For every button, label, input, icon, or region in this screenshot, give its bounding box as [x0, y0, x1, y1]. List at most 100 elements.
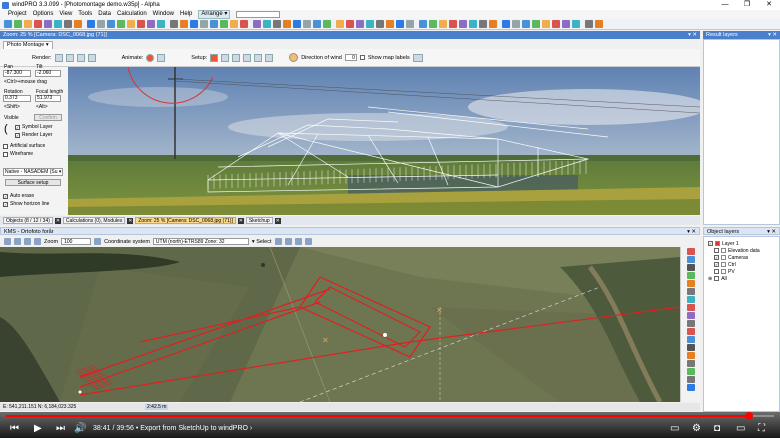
menu-window[interactable]: Window	[153, 10, 174, 19]
map-tool-icon[interactable]	[686, 360, 695, 367]
tree-node-all[interactable]: ⊕ All	[708, 275, 775, 282]
auto-erase-row[interactable]: ✓ Auto erase	[3, 193, 34, 199]
toolbar-tool-icon[interactable]	[34, 20, 42, 28]
tab-objects[interactable]: Objects (8 / 12 / 34)	[3, 217, 53, 224]
video-time-chapter[interactable]: 38:41 / 39:56 • Export from SketchUp to …	[93, 425, 252, 432]
toolbar-tool-icon[interactable]	[469, 20, 477, 28]
menu-help[interactable]: Help	[180, 10, 192, 19]
subtitles-icon[interactable]: ▭	[670, 422, 679, 436]
map-tool-icon[interactable]	[686, 352, 695, 359]
toolbar-tool-icon[interactable]	[263, 20, 271, 28]
map-layers-icon[interactable]	[4, 238, 11, 245]
menu-project[interactable]: Project	[8, 10, 27, 19]
photomontage-view[interactable]	[68, 67, 700, 215]
setup-sun-button[interactable]	[232, 53, 241, 62]
zoom-in-icon[interactable]	[284, 238, 292, 245]
render-camera-button[interactable]	[76, 53, 85, 62]
render-refresh-button[interactable]	[87, 53, 96, 62]
render-save-button[interactable]	[65, 53, 74, 62]
settings-icon[interactable]: ⚙	[692, 422, 701, 436]
toolbar-tool-icon[interactable]	[4, 20, 12, 28]
map-tool-icon[interactable]	[686, 256, 695, 263]
toolbar-tool-icon[interactable]	[562, 20, 570, 28]
toolbar-tool-icon[interactable]	[137, 20, 145, 28]
menu-data[interactable]: Data	[98, 10, 111, 19]
artificial-surface-row[interactable]: Artificial surface	[3, 143, 45, 149]
toolbar-tool-icon[interactable]	[346, 20, 354, 28]
toolbar-tool-icon[interactable]	[459, 20, 467, 28]
toolbar-tool-icon[interactable]	[356, 20, 364, 28]
toolbar-tool-icon[interactable]	[542, 20, 550, 28]
fullscreen-icon[interactable]: ⛶	[758, 422, 765, 436]
confirm-button[interactable]: Confirm	[34, 114, 62, 121]
select-dropdown[interactable]: ▾ Select	[252, 239, 272, 245]
close-objects-tab-icon[interactable]: ✕	[54, 217, 61, 224]
surface-setup-button[interactable]: Surface setup	[5, 179, 61, 186]
toolbar-tool-icon[interactable]	[376, 20, 384, 28]
surface-select[interactable]: Native - NASADEM (Su ▾	[3, 168, 63, 176]
toolbar-tool-icon[interactable]	[157, 20, 165, 28]
auto-erase-checkbox[interactable]: ✓	[3, 193, 8, 199]
wind-direction-input[interactable]: 0	[344, 54, 357, 61]
map-tool-icon[interactable]	[686, 328, 695, 335]
toolbar-tool-icon[interactable]	[512, 20, 520, 28]
toolbar-tool-icon[interactable]	[522, 20, 530, 28]
minimize-button[interactable]: —	[714, 0, 736, 10]
toolbar-tool-icon[interactable]	[313, 20, 321, 28]
toolbar-tool-icon[interactable]	[406, 20, 414, 28]
symbol-layer-row[interactable]: ✓ Symbol Layer	[15, 124, 53, 130]
artificial-surface-checkbox[interactable]	[3, 143, 8, 149]
toolbar-tool-icon[interactable]	[147, 20, 155, 28]
zoom-out-icon[interactable]	[294, 238, 302, 245]
ctrl-checkbox[interactable]: ✓	[714, 262, 719, 267]
toolbar-tool-icon[interactable]	[502, 20, 510, 28]
pan-input[interactable]: -87.300	[3, 70, 31, 77]
setup-turbine-button[interactable]	[243, 53, 252, 62]
map-tool-icon[interactable]	[686, 288, 695, 295]
toolbar-tool-icon[interactable]	[489, 20, 497, 28]
theater-mode-icon[interactable]: ▭	[736, 422, 745, 436]
wireframe-row[interactable]: Wireframe	[3, 151, 33, 157]
all-checkbox[interactable]	[714, 276, 720, 281]
toolbar-tool-icon[interactable]	[107, 20, 115, 28]
tree-node-elevation-data[interactable]: Elevation data	[708, 247, 775, 254]
map-tool-icon[interactable]	[686, 368, 695, 375]
symbol-layer-checkbox[interactable]: ✓	[15, 124, 20, 130]
toolbar-tool-icon[interactable]	[283, 20, 291, 28]
map-tool-icon[interactable]	[686, 376, 695, 383]
show-horizon-row[interactable]: ✓ Show horizon line	[3, 201, 49, 207]
menu-tools[interactable]: Tools	[78, 10, 92, 19]
setup-grid-button[interactable]	[221, 53, 230, 62]
miniplayer-icon[interactable]: ◘	[714, 422, 720, 436]
tree-node-layer-1[interactable]: ✓ Layer 1	[708, 240, 775, 247]
elevation-data-checkbox[interactable]	[714, 248, 719, 253]
toolbar-tool-icon[interactable]	[14, 20, 22, 28]
map-tool-icon[interactable]	[686, 312, 695, 319]
map-print-icon[interactable]	[34, 238, 41, 245]
toolbar-tool-icon[interactable]	[336, 20, 344, 28]
coordinate-system-icon[interactable]	[94, 238, 102, 245]
tab-sketchup[interactable]: Sketchup	[245, 217, 273, 224]
tab-calculations[interactable]: Calculations (0), Modules	[62, 217, 126, 224]
toolbar-tool-icon[interactable]	[127, 20, 135, 28]
restore-button[interactable]: ❐	[736, 0, 758, 10]
toolbar-tool-icon[interactable]	[366, 20, 374, 28]
map-background-icon[interactable]	[14, 238, 21, 245]
menu-view[interactable]: View	[59, 10, 72, 19]
toolbar-tool-icon[interactable]	[386, 20, 394, 28]
hand-tool-icon[interactable]	[274, 238, 282, 245]
menu-calculation[interactable]: Calculation	[117, 10, 147, 19]
toolbar-tool-icon[interactable]	[439, 20, 447, 28]
toolbar-tool-icon[interactable]	[303, 20, 311, 28]
close-zoom-tab-icon[interactable]: ✕	[237, 217, 244, 224]
map-tool-icon[interactable]	[686, 384, 695, 391]
map-tool-icon[interactable]	[686, 296, 695, 303]
toolbar-tool-icon[interactable]	[200, 20, 208, 28]
video-progress-knob[interactable]	[745, 412, 754, 420]
map-tool-icon[interactable]	[686, 320, 695, 327]
toolbar-tool-icon[interactable]	[117, 20, 125, 28]
toolbar-tool-icon[interactable]	[273, 20, 281, 28]
animate-play-button[interactable]	[157, 53, 166, 62]
map-tool-icon[interactable]	[686, 280, 695, 287]
setup-house-button[interactable]	[265, 53, 274, 62]
